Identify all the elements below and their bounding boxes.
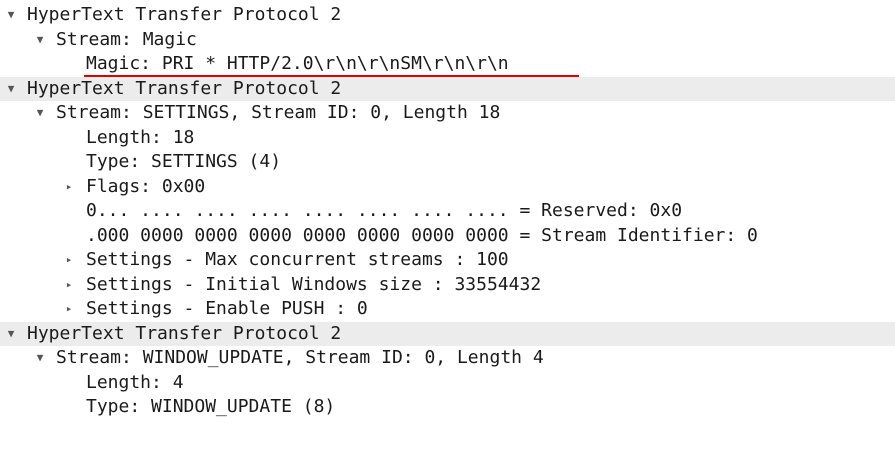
tree-row-type[interactable]: Type: WINDOW_UPDATE (8) — [0, 395, 895, 420]
tree-row-reserved[interactable]: 0... .... .... .... .... .... .... .... … — [0, 199, 895, 224]
tree-row-length[interactable]: Length: 4 — [0, 371, 895, 396]
tree-row-label: Stream: Magic — [56, 28, 197, 50]
tree-row-label: Length: 18 — [86, 126, 195, 148]
tree-row-label: Stream: SETTINGS, Stream ID: 0, Length 1… — [56, 102, 501, 123]
chevron-right-icon[interactable]: ▸ — [62, 175, 76, 200]
tree-row-label: Magic: PRI * HTTP/2.0\r\n\r\nSM\r\n\r\n — [86, 53, 509, 74]
tree-row-label: Type: SETTINGS (4) — [86, 151, 282, 172]
tree-row-type[interactable]: Type: SETTINGS (4) — [0, 150, 895, 175]
tree-row-flags[interactable]: ▸ Flags: 0x00 — [0, 175, 895, 200]
tree-row-length[interactable]: Length: 18 — [0, 126, 895, 151]
tree-row-label: Flags: 0x00 — [86, 175, 206, 197]
tree-row-setting-max-concurrent[interactable]: ▸ Settings - Max concurrent streams : 10… — [0, 248, 895, 273]
tree-row-http2-section[interactable]: ▼ HyperText Transfer Protocol 2 — [0, 76, 895, 102]
tree-row-http2-section[interactable]: ▼ HyperText Transfer Protocol 2 — [0, 3, 895, 28]
chevron-down-icon[interactable]: ▼ — [4, 77, 18, 102]
tree-row-label: HyperText Transfer Protocol 2 — [27, 4, 342, 25]
tree-row-label: Length: 4 — [86, 371, 184, 393]
tree-row-stream-window-update[interactable]: ▼ Stream: WINDOW_UPDATE, Stream ID: 0, L… — [0, 346, 895, 371]
chevron-right-icon[interactable]: ▸ — [62, 273, 76, 298]
tree-row-label: Settings - Enable PUSH : 0 — [86, 298, 368, 319]
chevron-down-icon[interactable]: ▼ — [33, 346, 47, 371]
tree-row-label: Stream: WINDOW_UPDATE, Stream ID: 0, Len… — [56, 347, 544, 368]
chevron-down-icon[interactable]: ▼ — [4, 322, 18, 347]
packet-details-tree: ▼ HyperText Transfer Protocol 2 ▼ Stream… — [0, 3, 895, 420]
tree-row-setting-initial-window[interactable]: ▸ Settings - Initial Windows size : 3355… — [0, 273, 895, 298]
chevron-right-icon[interactable]: ▸ — [62, 297, 76, 322]
tree-row-stream-magic[interactable]: ▼ Stream: Magic — [0, 28, 895, 53]
chevron-right-icon[interactable]: ▸ — [62, 248, 76, 273]
tree-row-label: Settings - Initial Windows size : 335544… — [86, 273, 542, 295]
tree-row-stream-identifier[interactable]: .000 0000 0000 0000 0000 0000 0000 0000 … — [0, 224, 895, 249]
tree-row-http2-section[interactable]: ▼ HyperText Transfer Protocol 2 — [0, 321, 895, 347]
tree-row-label: Settings - Max concurrent streams : 100 — [86, 249, 509, 270]
tree-row-label: HyperText Transfer Protocol 2 — [27, 322, 342, 344]
tree-row-setting-enable-push[interactable]: ▸ Settings - Enable PUSH : 0 — [0, 297, 895, 322]
chevron-down-icon[interactable]: ▼ — [33, 101, 47, 126]
tree-row-label: HyperText Transfer Protocol 2 — [27, 77, 342, 99]
chevron-down-icon[interactable]: ▼ — [33, 28, 47, 53]
chevron-down-icon[interactable]: ▼ — [4, 3, 18, 28]
tree-row-label: .000 0000 0000 0000 0000 0000 0000 0000 … — [86, 224, 758, 246]
tree-row-magic-field[interactable]: Magic: PRI * HTTP/2.0\r\n\r\nSM\r\n\r\n — [0, 52, 895, 77]
tree-row-label: Type: WINDOW_UPDATE (8) — [86, 396, 336, 417]
tree-row-label: 0... .... .... .... .... .... .... .... … — [86, 200, 683, 221]
tree-row-stream-settings[interactable]: ▼ Stream: SETTINGS, Stream ID: 0, Length… — [0, 101, 895, 126]
